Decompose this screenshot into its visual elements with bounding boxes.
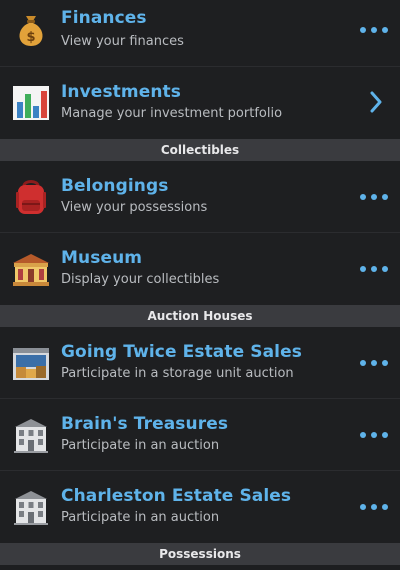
item-subtitle: Participate in an auction bbox=[61, 438, 220, 453]
list-item-museum[interactable]: Museum Display your collectibles bbox=[0, 233, 400, 305]
list-item-finances[interactable]: $ Finances View your finances bbox=[0, 0, 400, 67]
list-item-belongings[interactable]: Belongings View your possessions bbox=[0, 161, 400, 233]
list-item-investments[interactable]: Investments Manage your investment portf… bbox=[0, 67, 400, 139]
bar-chart-icon bbox=[13, 86, 49, 120]
item-title: Going Twice Estate Sales bbox=[61, 342, 302, 362]
money-bag-icon: $ bbox=[19, 16, 43, 46]
svg-text:$: $ bbox=[26, 30, 35, 45]
list-item-charleston-estate-sales[interactable]: Charleston Estate Sales Participate in a… bbox=[0, 471, 400, 543]
more-icon[interactable] bbox=[360, 430, 388, 440]
museum-building-icon bbox=[13, 254, 49, 286]
auction-house-icon bbox=[14, 419, 48, 453]
item-title: Charleston Estate Sales bbox=[61, 486, 292, 506]
storage-unit-icon bbox=[13, 348, 49, 380]
list-item-going-twice-estate-sales[interactable]: Going Twice Estate Sales Participate in … bbox=[0, 327, 400, 399]
item-title: Belongings bbox=[61, 176, 169, 196]
item-subtitle: Display your collectibles bbox=[61, 272, 220, 287]
item-title: Investments bbox=[61, 82, 181, 102]
item-subtitle: View your finances bbox=[61, 34, 184, 49]
more-icon[interactable] bbox=[360, 192, 388, 202]
more-icon[interactable] bbox=[360, 358, 388, 368]
section-header-possessions: Possessions bbox=[0, 543, 400, 565]
item-subtitle: Manage your investment portfolio bbox=[61, 106, 283, 121]
more-icon[interactable] bbox=[360, 502, 388, 512]
item-subtitle: View your possessions bbox=[61, 200, 208, 215]
section-header-auction-houses: Auction Houses bbox=[0, 305, 400, 327]
chevron-right-icon[interactable] bbox=[369, 91, 383, 113]
section-header-collectibles: Collectibles bbox=[0, 139, 400, 161]
menu-list: $ Finances View your finances Investment… bbox=[0, 0, 400, 570]
more-icon[interactable] bbox=[360, 264, 388, 274]
item-title: Museum bbox=[61, 248, 143, 268]
item-title: Finances bbox=[61, 8, 147, 28]
auction-house-icon bbox=[14, 491, 48, 525]
item-title: Brain's Treasures bbox=[61, 414, 229, 434]
more-icon[interactable] bbox=[360, 25, 388, 35]
item-subtitle: Participate in an auction bbox=[61, 510, 220, 525]
item-subtitle: Participate in a storage unit auction bbox=[61, 366, 294, 381]
backpack-icon bbox=[16, 180, 46, 214]
list-item-brains-treasures[interactable]: Brain's Treasures Participate in an auct… bbox=[0, 399, 400, 471]
